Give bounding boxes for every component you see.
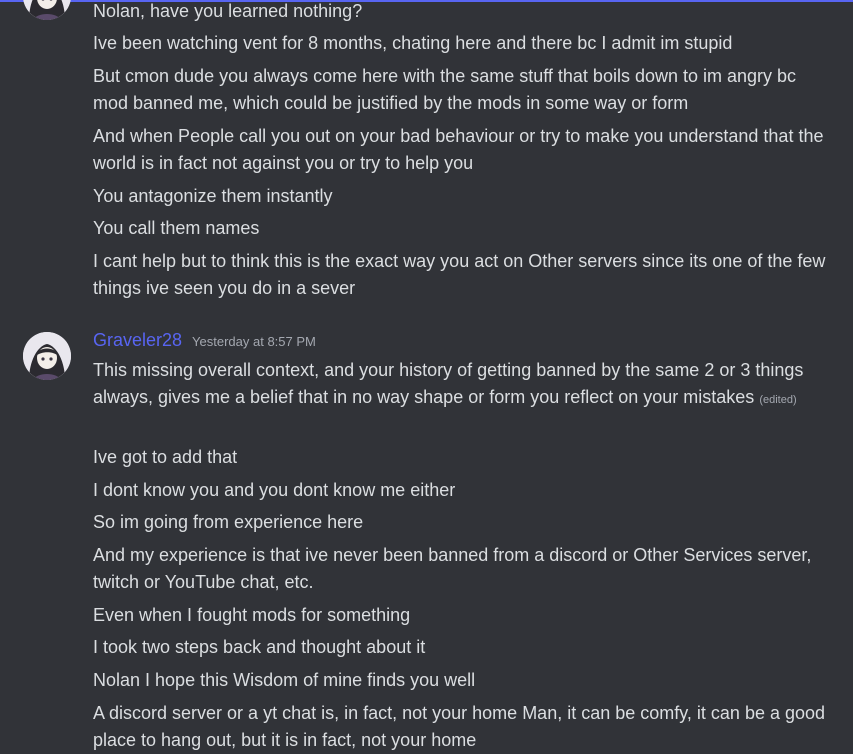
message-text: I cant help but to think this is the exa… (93, 251, 826, 298)
message-text: And my experience is that ive never been… (93, 545, 812, 592)
username[interactable]: Graveler28 (93, 330, 182, 351)
timestamp[interactable]: Yesterday at 8:57 PM (192, 334, 316, 349)
message-text: So im going from experience here (93, 512, 364, 532)
message-text: You call them names (93, 218, 260, 238)
avatar[interactable] (23, 332, 71, 380)
message-text: Ive got to add that (93, 447, 238, 467)
message-text: Nolan I hope this Wisdom of mine finds y… (93, 670, 476, 690)
message-header: Graveler28 Yesterday at 8:57 PM (93, 330, 316, 354)
message-text: Even when I fought mods for something (93, 605, 411, 625)
avatar[interactable] (23, 0, 71, 20)
message-text: This missing overall context, and your h… (93, 357, 833, 414)
message-text: But cmon dude you always come here with … (93, 66, 797, 113)
edited-label: (edited) (759, 394, 797, 406)
message-text: I took two steps back and thought about … (93, 637, 426, 657)
message-text: Ive been watching vent for 8 months, cha… (93, 33, 733, 53)
message-text: And when People call you out on your bad… (93, 126, 824, 173)
message-text: Nolan, have you learned nothing? (93, 1, 363, 21)
message-text: You antagonize them instantly (93, 186, 333, 206)
message-text: I dont know you and you dont know me eit… (93, 480, 456, 500)
message-body: This missing overall context, and your h… (93, 360, 804, 407)
message-text: A discord server or a yt chat is, in fac… (93, 703, 826, 750)
